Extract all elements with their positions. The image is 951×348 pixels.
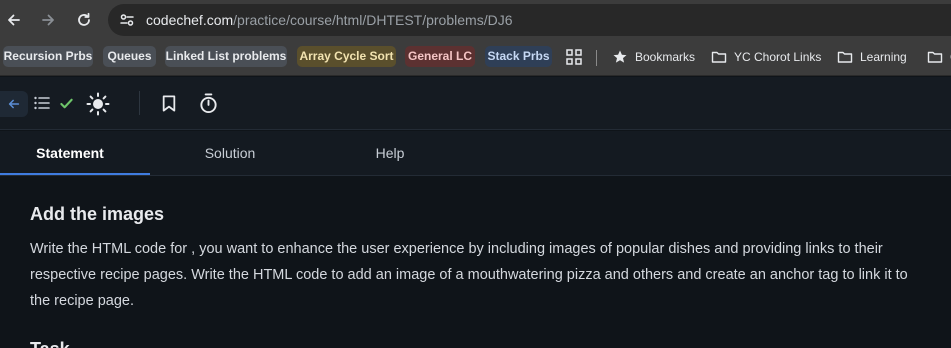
bookmark-chip-recursion[interactable]: Recursion Prbs [3, 46, 93, 67]
timer-button[interactable] [196, 91, 220, 115]
bookmark-problem-button[interactable] [158, 92, 180, 114]
bookmark-folder-yc[interactable]: YC Chorot Links [711, 46, 821, 67]
bookmark-folder-yc-label: YC Chorot Links [734, 49, 822, 64]
bookmark-bookmarks-label: Bookmarks [635, 49, 696, 64]
forward-button[interactable] [36, 8, 60, 32]
apps-grid-icon[interactable] [566, 49, 582, 65]
arrow-right-icon [42, 14, 54, 26]
bookmark-bookmarks[interactable]: Bookmarks [612, 46, 695, 67]
folder-icon [837, 51, 853, 63]
tab-statement[interactable]: Statement [0, 131, 140, 175]
bookmarks-bar: Recursion Prbs Queues Linked List proble… [0, 40, 951, 76]
collapse-back-button[interactable] [0, 91, 28, 117]
timer-icon [199, 92, 217, 113]
section-heading-task: Task [30, 339, 70, 348]
list-icon [34, 96, 50, 110]
bookmark-folder-learning[interactable]: Learning [837, 46, 907, 67]
problem-tabs: Statement Solution Help [0, 131, 951, 176]
bookmarks-separator [596, 50, 597, 66]
check-icon [59, 98, 73, 108]
active-tab-indicator [0, 173, 150, 175]
address-bar[interactable]: codechef.com/practice/course/html/DHTEST… [108, 4, 951, 36]
back-arrow-icon [8, 99, 20, 109]
tab-help[interactable]: Help [340, 131, 440, 175]
folder-icon [711, 51, 727, 63]
bookmark-chip-general-lc[interactable]: General LC [405, 46, 475, 67]
site-info-icon[interactable] [118, 11, 136, 29]
tab-solution[interactable]: Solution [170, 131, 290, 175]
bookmark-folder-overflow[interactable]: C [927, 46, 951, 67]
bookmark-chip-queues[interactable]: Queues [103, 46, 156, 67]
theme-toggle-button[interactable] [85, 91, 111, 117]
sun-icon [86, 92, 110, 116]
problem-toolbar [0, 77, 951, 130]
reload-button[interactable] [72, 8, 96, 32]
bookmark-folder-learning-label: Learning [860, 49, 907, 64]
solved-status [57, 94, 75, 112]
problem-list-button[interactable] [32, 93, 52, 113]
browser-url-bar: codechef.com/practice/course/html/DHTEST… [0, 0, 951, 40]
problem-statement: Add the images Write the HTML code for ,… [0, 177, 951, 348]
reload-icon [78, 12, 90, 26]
star-icon [613, 50, 627, 63]
bookmark-chip-stack[interactable]: Stack Prbs [485, 46, 552, 67]
url-path: /practice/course/html/DHTEST/problems/DJ… [233, 12, 513, 28]
bookmark-chip-linked-list[interactable]: Linked List problems [165, 46, 287, 67]
url-host: codechef.com [146, 12, 234, 28]
problem-description: Write the HTML code for , you want to en… [30, 241, 908, 309]
folder-icon [927, 51, 943, 63]
problem-title: Add the images [30, 204, 165, 224]
toolbar-divider [139, 91, 140, 115]
url-text[interactable]: codechef.com/practice/course/html/DHTEST… [146, 12, 512, 28]
arrow-left-icon [8, 14, 20, 26]
bookmark-icon [162, 95, 176, 111]
back-button[interactable] [2, 8, 26, 32]
bookmark-chip-array-cycle-sort[interactable]: Array Cycle Sort [297, 46, 396, 67]
